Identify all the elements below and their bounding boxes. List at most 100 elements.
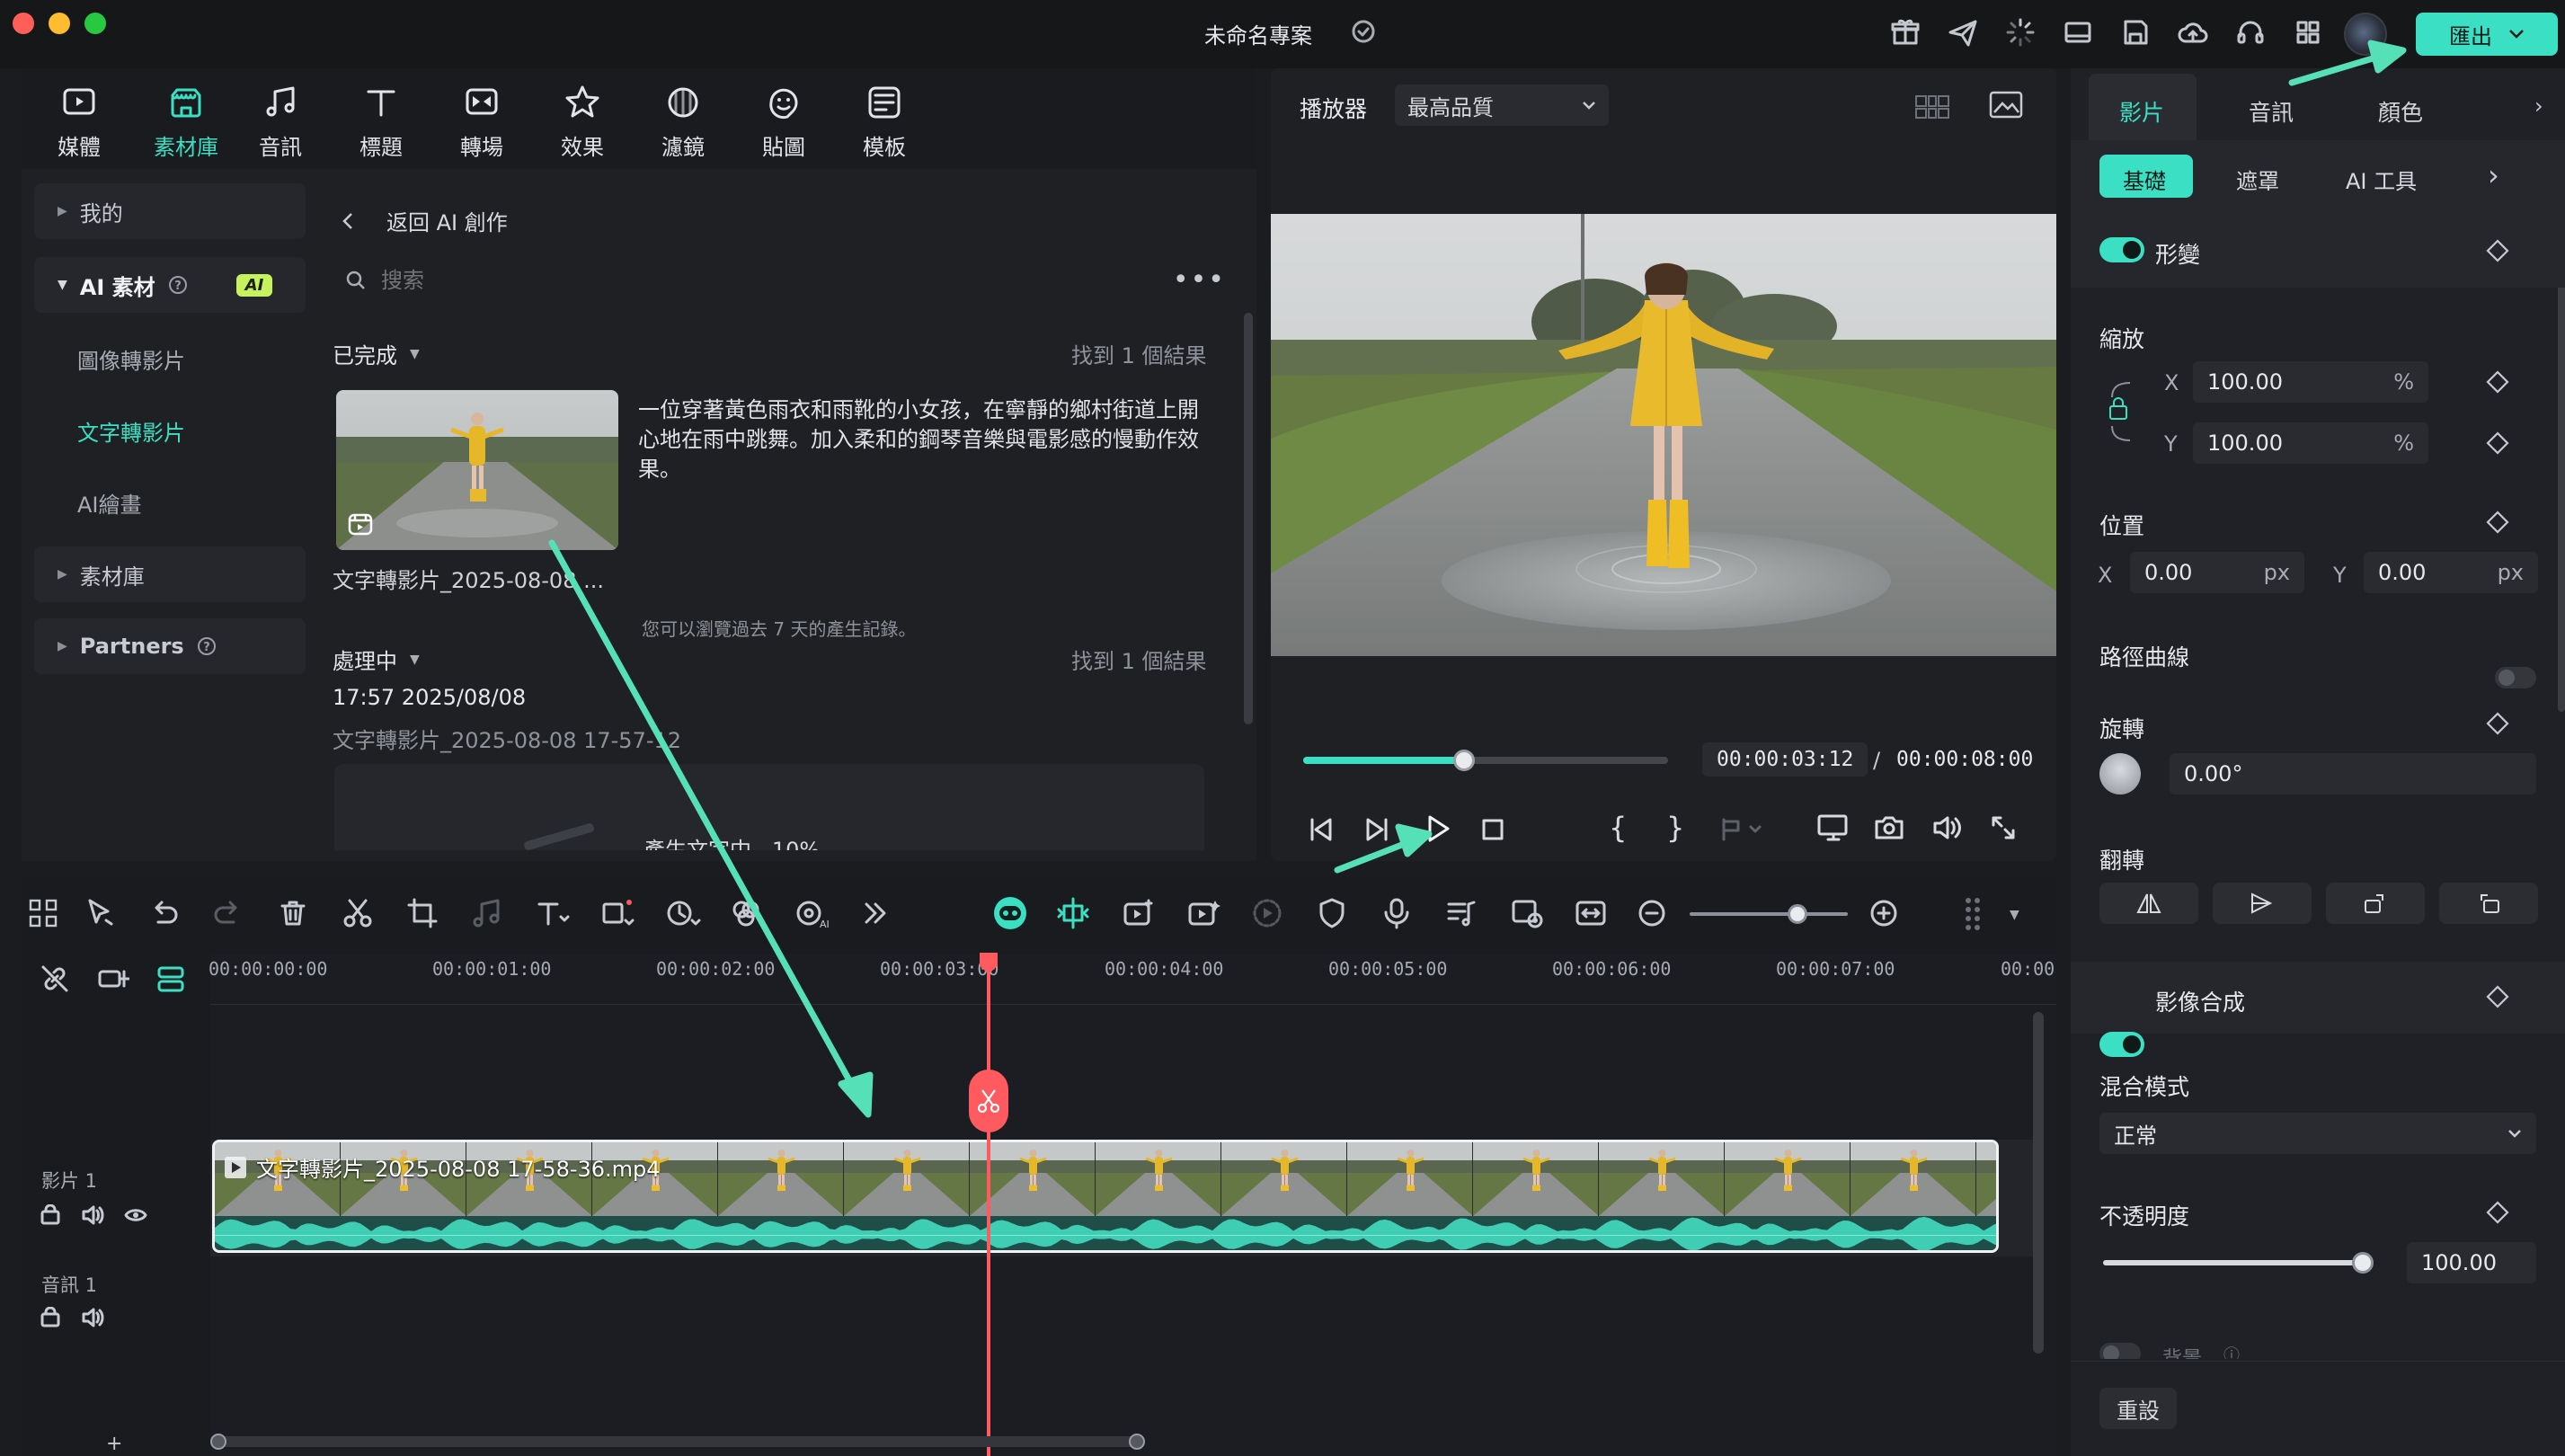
- sidebar-item-ai-drawing[interactable]: AI繪畫: [77, 487, 142, 519]
- transform-toggle[interactable]: [2099, 237, 2144, 262]
- chevron-right-icon[interactable]: ›: [2534, 93, 2543, 119]
- minimize-window-button[interactable]: [49, 13, 70, 34]
- keyframe-icon[interactable]: [2486, 370, 2509, 394]
- more-options-icon[interactable]: •••: [1173, 264, 1226, 296]
- layout-menu-icon[interactable]: [27, 897, 59, 929]
- flip-vertical-button[interactable]: [2213, 883, 2312, 924]
- tab-titles[interactable]: 標題: [338, 83, 424, 161]
- shape-tool-icon[interactable]: [600, 897, 636, 929]
- screen-record-icon[interactable]: [1510, 897, 1546, 929]
- keyframe-icon[interactable]: [2486, 1201, 2509, 1224]
- auto-reframe-icon[interactable]: [1122, 897, 1158, 929]
- caret-down-icon[interactable]: ▼: [2010, 908, 2019, 922]
- volume-icon[interactable]: [1930, 812, 1963, 843]
- help-icon[interactable]: ?: [197, 636, 217, 656]
- tab-color[interactable]: 顏色: [2378, 95, 2423, 128]
- drag-handle-icon[interactable]: [1963, 895, 1988, 935]
- stop-icon[interactable]: [1478, 814, 1508, 845]
- pos-y-field[interactable]: 0.00 px: [2364, 552, 2538, 593]
- track-manager-icon[interactable]: [155, 963, 187, 994]
- marker-icon[interactable]: [1718, 816, 1772, 843]
- chevron-right-icon[interactable]: ›: [2488, 158, 2499, 192]
- redo-icon[interactable]: [212, 897, 244, 929]
- mark-out-icon[interactable]: }: [1666, 811, 1684, 845]
- compositing-toggle[interactable]: [2099, 1032, 2144, 1057]
- split-icon[interactable]: [342, 897, 374, 929]
- keyframe-icon[interactable]: [2486, 239, 2509, 262]
- ai-video-enhance-icon[interactable]: [1186, 897, 1222, 929]
- reset-button[interactable]: 重設: [2099, 1388, 2177, 1429]
- cloud-upload-icon[interactable]: [2175, 14, 2211, 50]
- opacity-slider[interactable]: [2103, 1252, 2374, 1274]
- next-frame-icon[interactable]: [1362, 814, 1393, 845]
- headset-icon[interactable]: [2232, 14, 2268, 50]
- avatar[interactable]: [2344, 13, 2387, 56]
- tab-transitions[interactable]: 轉場: [439, 83, 525, 161]
- playhead-line[interactable]: [987, 953, 990, 1456]
- crop-icon[interactable]: [406, 897, 439, 929]
- send-icon[interactable]: [1945, 14, 1981, 50]
- mark-in-icon[interactable]: {: [1609, 811, 1627, 845]
- sidebar-item-stock[interactable]: ▶ 素材庫: [34, 546, 306, 602]
- camera-icon[interactable]: [1873, 812, 1905, 843]
- rotation-dial[interactable]: [2099, 753, 2141, 795]
- subtab-ai-tools[interactable]: AI 工具: [2346, 164, 2417, 195]
- ai-assistant-icon[interactable]: [992, 895, 1028, 931]
- microphone-icon[interactable]: [1380, 897, 1413, 929]
- delete-icon[interactable]: [277, 897, 309, 929]
- apps-grid-icon[interactable]: [2290, 14, 2326, 50]
- rotate-left-button[interactable]: [2439, 883, 2538, 924]
- layout-icon[interactable]: [2060, 14, 2096, 50]
- close-window-button[interactable]: [13, 13, 34, 34]
- track-volume-icon[interactable]: [81, 1307, 104, 1328]
- select-tool-icon[interactable]: [84, 897, 117, 929]
- track-visibility-icon[interactable]: [124, 1204, 147, 1226]
- sidebar-item-image-to-video[interactable]: 圖像轉影片: [77, 343, 185, 375]
- help-icon[interactable]: ⓘ: [2223, 1343, 2240, 1359]
- opacity-field[interactable]: 100.00: [2407, 1242, 2536, 1283]
- tab-templates[interactable]: 模板: [841, 83, 927, 161]
- flip-horizontal-button[interactable]: [2099, 883, 2198, 924]
- completed-filter[interactable]: 已完成 ▼: [333, 338, 420, 369]
- gift-icon[interactable]: [1887, 14, 1923, 50]
- fit-timeline-icon[interactable]: [1575, 897, 1607, 929]
- color-match-icon[interactable]: [730, 897, 762, 929]
- tab-audio[interactable]: 音訊: [237, 83, 324, 161]
- help-icon[interactable]: ?: [168, 275, 188, 295]
- audio-tool-icon[interactable]: [471, 897, 503, 929]
- track-lock-icon[interactable]: [40, 1307, 61, 1328]
- tab-media[interactable]: 媒體: [36, 83, 122, 161]
- scrollbar-end-handle[interactable]: [1129, 1434, 1145, 1450]
- scale-x-field[interactable]: 100.00 %: [2193, 361, 2428, 403]
- render-preview-icon[interactable]: [1251, 897, 1283, 929]
- split-at-playhead-button[interactable]: [969, 1070, 1008, 1132]
- tab-audio-props[interactable]: 音訊: [2249, 95, 2294, 128]
- pos-x-field[interactable]: 0.00 px: [2130, 552, 2304, 593]
- processing-filter[interactable]: 處理中 ▼: [333, 644, 420, 675]
- export-button[interactable]: 匯出: [2416, 13, 2558, 56]
- track-lock-icon[interactable]: [40, 1204, 61, 1226]
- timeline-zoom-slider[interactable]: [1690, 904, 1848, 924]
- keyframe-icon[interactable]: [2486, 985, 2509, 1008]
- subtab-mask[interactable]: 遮罩: [2236, 164, 2279, 195]
- keyframe-icon[interactable]: [2486, 712, 2509, 735]
- path-curve-toggle[interactable]: [2495, 667, 2536, 688]
- sidebar-item-ai-assets[interactable]: ▼ AI 素材 ? AI: [34, 257, 306, 313]
- generated-video-thumbnail[interactable]: [336, 390, 618, 550]
- rotate-right-button[interactable]: [2326, 883, 2425, 924]
- rotation-field[interactable]: 0.00°: [2170, 753, 2536, 795]
- tab-effects[interactable]: 效果: [539, 83, 626, 161]
- sidebar-item-mine[interactable]: ▶ 我的: [34, 183, 306, 239]
- background-toggle[interactable]: [2099, 1343, 2141, 1359]
- tab-stickers[interactable]: 貼圖: [741, 83, 827, 161]
- sidebar-item-text-to-video[interactable]: 文字轉影片: [77, 415, 185, 447]
- lock-ratio-icon[interactable]: [2108, 367, 2144, 457]
- play-icon[interactable]: [1422, 812, 1454, 845]
- back-to-ai-creation[interactable]: 返回 AI 創作: [342, 205, 508, 236]
- video-clip[interactable]: 文字轉影片_2025-08-08 17-58-36.mp4: [212, 1140, 1999, 1253]
- more-tools-icon[interactable]: [859, 897, 892, 929]
- undo-icon[interactable]: [147, 897, 180, 929]
- add-track-icon[interactable]: [97, 963, 129, 994]
- video-preview[interactable]: [1271, 214, 2056, 656]
- ai-tool-icon[interactable]: AI: [794, 897, 830, 929]
